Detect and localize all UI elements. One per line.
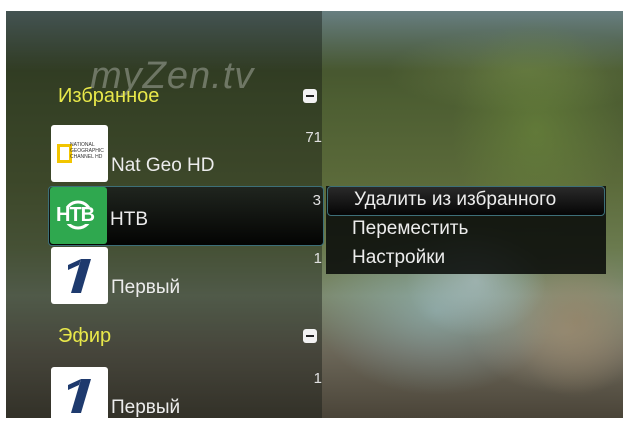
channel-number: 71 [305,129,322,146]
channel-row-ntv[interactable]: НТВ НТВ 3 [48,186,324,246]
section-label-air: Эфир [58,325,112,347]
ntv-logo-text: НТВ [56,204,95,226]
pervy-logo-icon [51,247,108,304]
minus-icon [306,335,314,337]
channel-list-panel: myZen.tv Избранное NATIONAL GEOGRAPHIC C… [6,11,324,418]
menu-item-label: Настройки [352,247,446,268]
channel-name: Первый [111,397,181,418]
channel-number: 1 [313,250,322,267]
minus-icon [306,95,314,97]
menu-item-move[interactable]: Переместить [326,216,606,244]
channel-number: 3 [312,192,321,209]
channel-row-pervy[interactable]: Первый 1 [50,247,324,305]
channel-number: 1 [313,370,322,387]
channel-name: НТВ [110,209,148,230]
channel-row-natgeo[interactable]: NATIONAL GEOGRAPHIC CHANNEL HD Nat Geo H… [50,125,324,183]
menu-item-label: Переместить [352,218,469,239]
collapse-favorites-button[interactable] [303,89,317,103]
pervy-logo-icon [51,367,108,418]
natgeo-logo: NATIONAL GEOGRAPHIC CHANNEL HD [51,125,108,182]
tv-screen: myZen.tv Избранное NATIONAL GEOGRAPHIC C… [6,11,623,418]
channel-name: Первый [111,277,181,298]
natgeo-logo-text: NATIONAL GEOGRAPHIC CHANNEL HD [70,142,104,160]
collapse-air-button[interactable] [303,329,317,343]
menu-item-label: Удалить из избранного [354,189,557,210]
channel-name: Nat Geo HD [111,155,215,176]
context-menu: Удалить из избранного Переместить Настро… [326,186,606,274]
channel-row-pervy-air[interactable]: Первый 1 [50,367,324,418]
section-label-favorites: Избранное [58,85,160,107]
menu-item-settings[interactable]: Настройки [326,245,606,273]
ntv-logo: НТВ [50,187,107,244]
menu-item-remove-favorite[interactable]: Удалить из избранного [327,186,605,216]
